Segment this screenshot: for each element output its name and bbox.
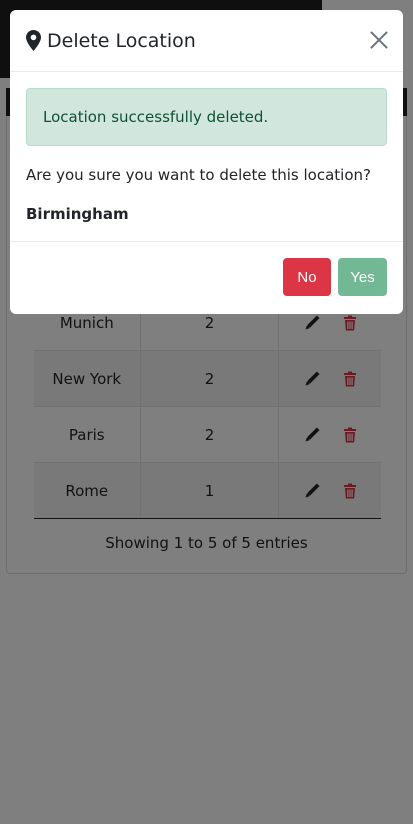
location-name: Birmingham bbox=[26, 205, 129, 223]
modal-body: Location successfully deleted. Are you s… bbox=[10, 72, 403, 242]
modal-title-text: Delete Location bbox=[47, 29, 196, 52]
yes-button[interactable]: Yes bbox=[338, 258, 387, 296]
no-button[interactable]: No bbox=[283, 258, 331, 296]
confirm-question: Are you sure you want to delete this loc… bbox=[26, 166, 371, 184]
close-icon bbox=[370, 31, 388, 49]
modal-footer: No Yes bbox=[10, 242, 403, 314]
close-button[interactable] bbox=[369, 30, 389, 50]
success-alert: Location successfully deleted. bbox=[26, 88, 387, 146]
modal-title: Delete Location bbox=[26, 30, 196, 52]
modal-header: Delete Location bbox=[10, 10, 403, 72]
map-marker-icon bbox=[26, 30, 41, 51]
delete-location-modal: Delete Location Location successfully de… bbox=[10, 10, 403, 314]
